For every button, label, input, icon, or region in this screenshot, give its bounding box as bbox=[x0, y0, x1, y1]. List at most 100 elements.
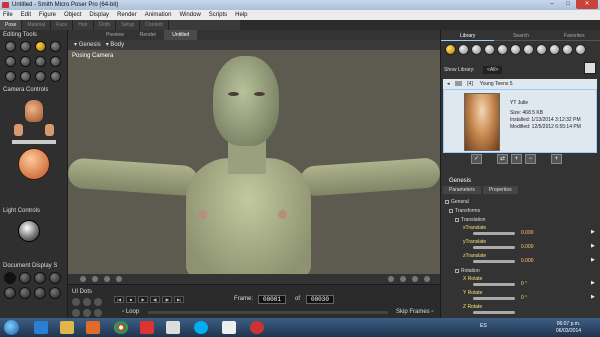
dial-bar[interactable] bbox=[473, 232, 515, 235]
go-to-end-button[interactable]: ▶| bbox=[174, 296, 184, 303]
lit-shaded-icon[interactable] bbox=[412, 276, 418, 282]
ui-dot[interactable] bbox=[94, 298, 102, 306]
document-icon[interactable] bbox=[166, 321, 180, 334]
play-button[interactable]: ▶ bbox=[138, 296, 148, 303]
maximize-button[interactable]: □ bbox=[560, 0, 576, 9]
ztranslate-dial[interactable]: zTranslate 0.000 ▶ bbox=[445, 253, 595, 267]
skype-icon[interactable] bbox=[194, 321, 208, 334]
stop-button[interactable]: ■ bbox=[126, 296, 136, 303]
dial-menu-arrow-icon[interactable]: ▶ bbox=[591, 257, 595, 263]
hidden-line-style-icon[interactable] bbox=[49, 272, 61, 284]
taper-tool-icon[interactable] bbox=[20, 56, 31, 67]
rotate-tool-icon[interactable] bbox=[5, 41, 16, 52]
menu-object[interactable]: Object bbox=[64, 12, 81, 18]
add-library-icon[interactable] bbox=[584, 62, 596, 74]
xrotate-dial[interactable]: X Rotate 0 ° ▶ bbox=[445, 276, 595, 290]
view-magnifier-tool-icon[interactable] bbox=[20, 71, 31, 82]
menu-display[interactable]: Display bbox=[89, 12, 109, 18]
figure-menu[interactable]: ▾ Genesis bbox=[74, 42, 101, 48]
poses-category-icon[interactable] bbox=[458, 44, 469, 55]
current-frame-field[interactable]: 00001 bbox=[258, 295, 286, 304]
tab-preview[interactable]: Preview bbox=[98, 30, 132, 40]
start-button[interactable] bbox=[4, 320, 19, 335]
group-rotation[interactable]: Rotation bbox=[445, 267, 595, 276]
menu-help[interactable]: Help bbox=[235, 12, 247, 18]
left-hand-camera-icon[interactable] bbox=[14, 124, 23, 136]
tab-render[interactable]: Render bbox=[132, 30, 164, 40]
menu-edit[interactable]: Edit bbox=[21, 12, 31, 18]
hands-category-icon[interactable] bbox=[497, 44, 508, 55]
menu-figure[interactable]: Figure bbox=[39, 12, 56, 18]
outline-style-icon[interactable] bbox=[19, 272, 31, 284]
dial-value[interactable]: 0 ° bbox=[521, 281, 527, 287]
dial-value[interactable]: 0.000 bbox=[521, 230, 534, 236]
morphing-tool-icon[interactable] bbox=[35, 71, 46, 82]
expand-checkbox[interactable] bbox=[455, 268, 459, 273]
dial-menu-arrow-icon[interactable]: ▶ bbox=[591, 243, 595, 249]
group-general[interactable]: General bbox=[445, 198, 595, 207]
library-item[interactable]: YT Julie Size: 468.5 KB Installed: 1/13/… bbox=[443, 89, 597, 153]
right-hand-camera-icon[interactable] bbox=[45, 124, 54, 136]
menu-scripts[interactable]: Scripts bbox=[209, 12, 227, 18]
dial-value[interactable]: 0.000 bbox=[521, 244, 534, 250]
app-window-icon[interactable] bbox=[222, 321, 236, 334]
group-transforms[interactable]: Transforms bbox=[445, 207, 595, 216]
xtranslate-dial[interactable]: xTranslate 0.000 ▶ bbox=[445, 225, 595, 239]
dial-value[interactable]: 0 ° bbox=[521, 295, 527, 301]
media-player-icon[interactable] bbox=[86, 321, 100, 334]
texture-shaded-icon[interactable] bbox=[400, 276, 406, 282]
body-part-menu[interactable]: ▾ Body bbox=[106, 42, 124, 48]
lit-wireframe-style-icon[interactable] bbox=[4, 287, 16, 299]
room-tab-pose[interactable]: Pose bbox=[0, 20, 23, 30]
camera-label[interactable]: Posing Camera bbox=[72, 53, 113, 59]
timeline-scrubber[interactable] bbox=[148, 311, 388, 314]
document-viewport[interactable]: Posing Camera bbox=[68, 50, 440, 274]
ui-dot[interactable] bbox=[94, 309, 102, 317]
expand-checkbox[interactable] bbox=[449, 208, 453, 213]
group-translation[interactable]: Translation bbox=[445, 216, 595, 225]
internet-explorer-icon[interactable] bbox=[34, 321, 48, 334]
tab-favorites[interactable]: Favorites bbox=[547, 32, 600, 41]
expand-checkbox[interactable] bbox=[445, 199, 449, 204]
figures-category-icon[interactable] bbox=[445, 44, 456, 55]
ytranslate-dial[interactable]: yTranslate 0.000 ▶ bbox=[445, 239, 595, 253]
props-category-icon[interactable] bbox=[510, 44, 521, 55]
zrotate-dial[interactable]: Z Rotate bbox=[445, 304, 595, 318]
chain-break-tool-icon[interactable] bbox=[35, 56, 46, 67]
color-tool-icon[interactable] bbox=[50, 56, 61, 67]
ui-dot[interactable] bbox=[83, 298, 91, 306]
grouping-tool-icon[interactable] bbox=[5, 71, 16, 82]
tab-search[interactable]: Search bbox=[494, 32, 548, 41]
step-back-button[interactable]: ◀| bbox=[150, 296, 160, 303]
system-clock[interactable]: 06:07 p.m. 06/03/2014 bbox=[556, 321, 581, 335]
camera-move-control[interactable] bbox=[12, 140, 56, 144]
dial-bar[interactable] bbox=[473, 311, 515, 314]
hair-category-icon[interactable] bbox=[484, 44, 495, 55]
materials-category-icon[interactable] bbox=[549, 44, 560, 55]
dial-menu-arrow-icon[interactable]: ▶ bbox=[591, 280, 595, 286]
face-camera-icon[interactable] bbox=[25, 100, 43, 122]
ui-dot[interactable] bbox=[72, 309, 80, 317]
cameras-category-icon[interactable] bbox=[536, 44, 547, 55]
dial-bar[interactable] bbox=[473, 246, 515, 249]
loop-toggle[interactable]: ▫ Loop bbox=[122, 309, 139, 315]
add-to-library-button[interactable]: + bbox=[511, 154, 522, 164]
chrome-icon[interactable] bbox=[114, 321, 128, 334]
silhouette-style-icon[interactable] bbox=[4, 272, 16, 284]
pdf-reader-icon[interactable] bbox=[140, 321, 154, 334]
light-trackball[interactable] bbox=[18, 220, 40, 242]
skip-frames-toggle[interactable]: Skip Frames ▫ bbox=[396, 309, 433, 315]
tab-parameters[interactable]: Parameters bbox=[443, 186, 481, 194]
file-explorer-icon[interactable] bbox=[60, 321, 74, 334]
scripts-category-icon[interactable] bbox=[575, 44, 586, 55]
library-filter-select[interactable]: <All> bbox=[483, 66, 503, 74]
room-tab-material[interactable]: Material bbox=[22, 20, 52, 30]
library-path[interactable]: ◂ [4] Young Teens 5 bbox=[443, 79, 597, 89]
room-tab-setup[interactable]: Setup bbox=[116, 20, 141, 30]
figure-circle-icon[interactable] bbox=[92, 276, 98, 282]
flat-shaded-style-icon[interactable] bbox=[19, 287, 31, 299]
flat-lined-style-icon[interactable] bbox=[34, 287, 46, 299]
bend-body-icon[interactable] bbox=[104, 276, 110, 282]
room-tab-hair[interactable]: Hair bbox=[73, 20, 94, 30]
menu-file[interactable]: File bbox=[3, 12, 13, 18]
